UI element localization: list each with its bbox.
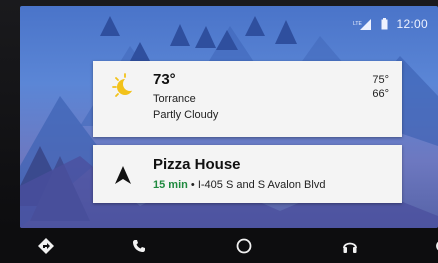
- audio-icon: [343, 242, 357, 253]
- phone-button[interactable]: [125, 232, 153, 260]
- home-button[interactable]: [230, 232, 258, 260]
- clock: 12:00: [396, 17, 428, 31]
- navigation-button[interactable]: [32, 232, 60, 260]
- phone-icon: [133, 240, 145, 252]
- battery-icon: [381, 18, 388, 30]
- weather-card[interactable]: 73° Torrance Partly Cloudy 75° 66°: [93, 61, 402, 137]
- current-temperature: 73°: [153, 71, 176, 88]
- audio-button[interactable]: [336, 232, 364, 260]
- partly-cloudy-icon: [112, 73, 137, 97]
- navigation-card[interactable]: Pizza House 15 min • I-405 S and S Avalo…: [93, 145, 402, 203]
- overview-icon: [436, 242, 438, 250]
- bottom-nav-bar: [0, 228, 438, 263]
- signal-icon: LTE: [353, 19, 372, 30]
- navigation-icon: [38, 238, 54, 254]
- weather-location: Torrance: [153, 93, 196, 105]
- svg-text:LTE: LTE: [353, 21, 362, 27]
- destination-name: Pizza House: [153, 156, 241, 173]
- route-info: 15 min • I-405 S and S Avalon Blvd: [153, 179, 325, 191]
- home-icon: [236, 238, 252, 254]
- low-temperature: 66°: [372, 88, 389, 100]
- weather-condition: Partly Cloudy: [153, 109, 219, 121]
- high-temperature: 75°: [372, 74, 389, 86]
- android-auto-screen: LTE 12:00 73° Torrance Partly Cloudy 75°…: [20, 6, 438, 228]
- navigation-arrow-icon: [115, 166, 131, 184]
- status-bar: LTE 12:00: [353, 16, 428, 32]
- route-text: I-405 S and S Avalon Blvd: [197, 179, 326, 191]
- route-separator: •: [187, 179, 198, 191]
- eta-time: 15 min: [153, 179, 188, 191]
- overview-button[interactable]: [422, 232, 438, 260]
